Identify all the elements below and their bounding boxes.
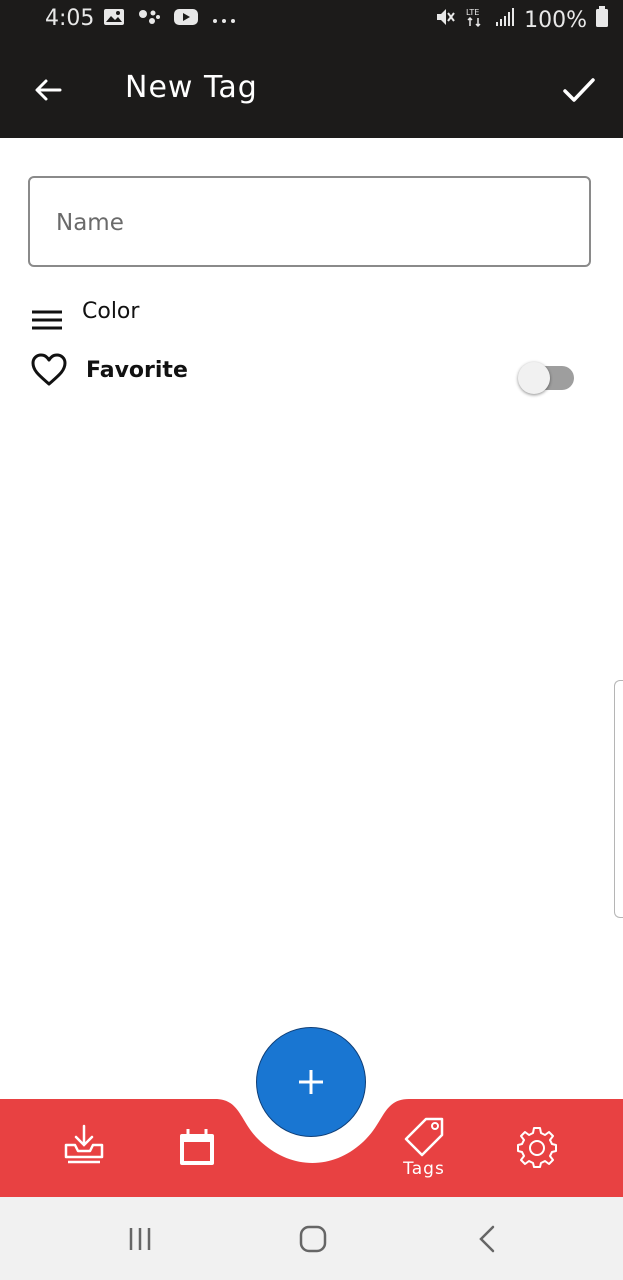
chevron-left-icon [479,1225,495,1253]
signal-icon [494,7,516,33]
add-button[interactable] [256,1027,366,1137]
color-label: Color [82,298,140,324]
inbox-download-icon [64,1124,104,1164]
status-icons-right: LTE 100% [434,6,609,34]
menu-lines-icon [32,310,62,330]
system-nav-bar [0,1197,623,1280]
app-bar: New Tag [0,40,623,138]
system-back-button[interactable] [467,1221,507,1257]
youtube-icon [173,8,199,30]
favorite-row[interactable]: Favorite [30,352,590,388]
name-input[interactable] [54,202,558,244]
status-time: 4:05 [45,6,95,31]
more-dots-icon [211,10,237,29]
recents-icon [129,1228,151,1250]
gear-icon [517,1127,557,1168]
favorite-toggle[interactable] [518,362,576,394]
status-bar: 4:05 LTE 100% [0,0,623,40]
nav-tags-label: Tags [403,1159,445,1179]
heart-icon [31,353,67,386]
status-icons-left [103,8,237,30]
save-button[interactable] [557,68,601,112]
battery-icon [595,6,609,34]
mute-icon [434,6,456,34]
page-title: New Tag [125,70,258,105]
toggle-thumb [518,362,550,394]
assistant-icon [137,8,161,30]
lte-icon: LTE [464,6,486,34]
nav-inbox[interactable] [63,1123,105,1165]
nav-tags[interactable]: Tags [398,1113,450,1179]
color-row[interactable]: Color [30,290,139,332]
favorite-label: Favorite [86,357,188,383]
battery-percent: 100% [524,7,587,33]
check-icon [563,78,595,102]
svg-text:LTE: LTE [466,8,479,17]
back-button[interactable] [26,68,70,112]
nav-calendar[interactable] [177,1127,217,1167]
tag-icon [404,1117,444,1157]
gallery-icon [103,8,125,30]
plus-icon [299,1070,323,1094]
arrow-back-icon [35,79,62,101]
home-icon [299,1225,327,1253]
nav-settings[interactable] [516,1127,558,1169]
recents-button[interactable] [120,1221,160,1257]
edge-panel-handle[interactable] [614,680,623,918]
name-field[interactable] [28,176,591,267]
calendar-icon [180,1129,214,1165]
home-button[interactable] [293,1221,333,1257]
